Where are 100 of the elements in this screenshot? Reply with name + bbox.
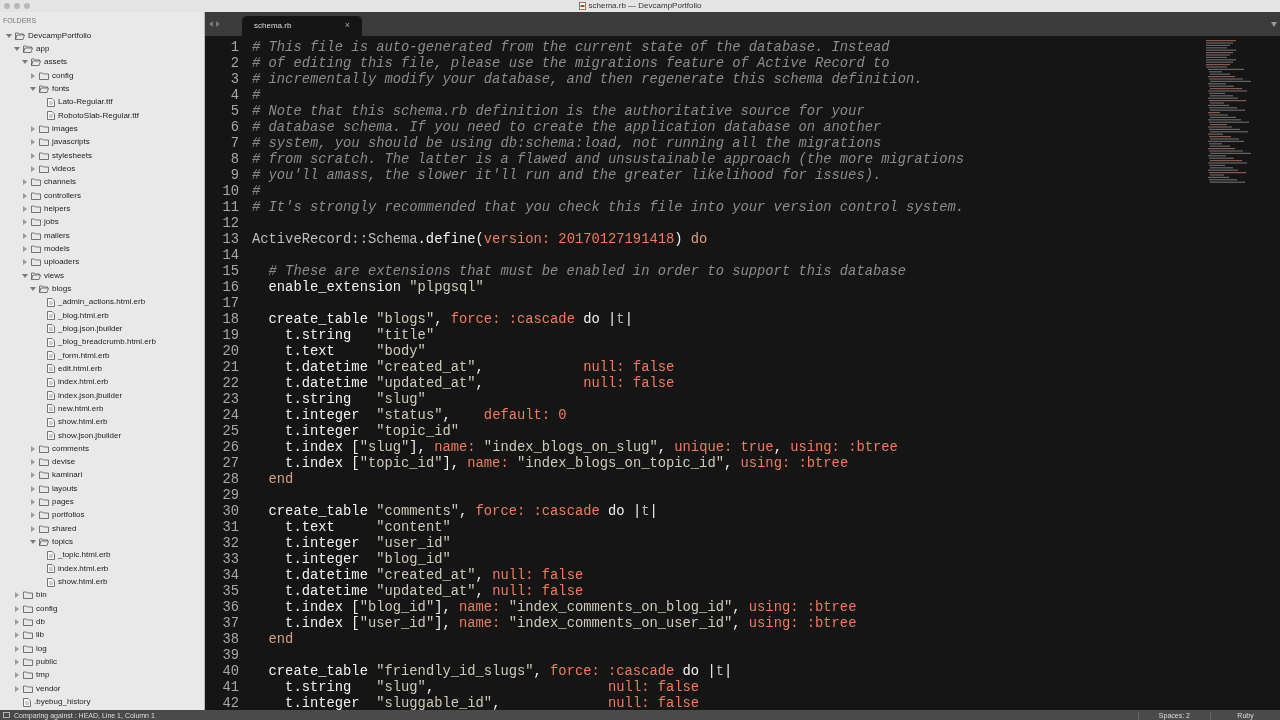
code-line: t.string "slug", null: false: [284, 680, 700, 696]
file-name[interactable]: show.html.erb: [58, 578, 108, 587]
code-line: t.datetime "updated_at", null: false: [284, 584, 584, 600]
folder-name[interactable]: assets: [44, 58, 68, 67]
folder-name[interactable]: stylesheets: [52, 151, 93, 160]
folder-name[interactable]: mailers: [44, 231, 70, 240]
expanded-triangle-icon[interactable]: [14, 46, 20, 52]
folder-name[interactable]: app: [36, 45, 50, 53]
line-number: 14: [221, 248, 239, 264]
dropdown-arrow-icon[interactable]: [1271, 22, 1277, 27]
folder-name[interactable]: videos: [52, 164, 76, 173]
code-line: # database schema. If you need to create the application database on another: [252, 120, 882, 136]
code-line: create_table "friendly_id_slugs", force: :cascade do |t|: [267, 664, 733, 680]
line-number: 3: [229, 72, 239, 88]
code-line: t.integer "status", default: 0: [284, 408, 567, 424]
folder-name[interactable]: vendor: [36, 684, 61, 693]
folder-name[interactable]: uploaders: [44, 258, 80, 267]
folder-name[interactable]: public: [36, 658, 57, 667]
line-number: 8: [229, 152, 239, 168]
back-arrow-icon[interactable]: [209, 21, 213, 27]
file-name[interactable]: index.html.erb: [58, 564, 109, 573]
code-line: t.index ["topic_id"], name: "index_blogs_on_topic_id", using: :btree: [284, 456, 849, 472]
expanded-triangle-icon[interactable]: [30, 539, 36, 546]
collapsed-triangle-icon[interactable]: [30, 72, 36, 79]
code-line: t.index ["user_id"], name: "index_comments_on_user_id", using: :btree: [284, 616, 857, 632]
line-number: 41: [221, 680, 239, 696]
file-name[interactable]: .byebug_history: [34, 698, 91, 707]
line-number: 6: [229, 120, 239, 136]
line-number: 30: [221, 504, 239, 520]
code-line: t.datetime "created_at", null: false: [284, 568, 584, 584]
folder-name[interactable]: tmp: [36, 671, 50, 680]
forward-arrow-icon[interactable]: [216, 21, 220, 27]
line-number: 17: [221, 296, 239, 312]
file-name[interactable]: _blog.json.jbuilder: [58, 324, 123, 333]
folder-name[interactable]: log: [36, 644, 47, 653]
line-number: 34: [221, 568, 239, 584]
code-line: t.integer "topic_id": [284, 424, 459, 440]
folder-name[interactable]: layouts: [52, 484, 78, 493]
folder-name[interactable]: fonts: [52, 84, 70, 93]
file-name[interactable]: _admin_actions.html.erb: [58, 298, 146, 307]
panel-icon[interactable]: [3, 712, 10, 718]
line-number: 35: [221, 584, 239, 600]
file-icon: [47, 417, 55, 427]
folder-name[interactable]: comments: [52, 444, 89, 453]
folder-name[interactable]: bin: [36, 591, 47, 600]
line-number: 11: [221, 200, 239, 216]
line-number: 32: [221, 536, 239, 552]
file-name[interactable]: show.html.erb: [58, 418, 108, 427]
line-number: 5: [229, 104, 239, 120]
folder-name[interactable]: kaminari: [52, 471, 83, 480]
folder-name[interactable]: db: [36, 618, 45, 627]
folder-name[interactable]: blogs: [52, 284, 72, 293]
line-number: 20: [221, 344, 239, 360]
folder-name[interactable]: views: [44, 271, 64, 280]
folder-name[interactable]: channels: [44, 178, 77, 187]
expanded-triangle-icon[interactable]: [30, 85, 36, 92]
file-name[interactable]: RobotoSlab-Regular.ttf: [58, 111, 139, 120]
line-number: 36: [221, 600, 239, 616]
line-number: 15: [221, 264, 239, 280]
file-name[interactable]: _blog_breadcrumb.html.erb: [58, 338, 156, 347]
file-name[interactable]: new.html.erb: [58, 404, 104, 413]
folder-name[interactable]: models: [44, 244, 70, 253]
line-number: 37: [221, 616, 239, 632]
code-line: t.index ["slug"], name: "index_blogs_on_slug", unique: true, using: :btree: [284, 440, 898, 456]
folder-name[interactable]: controllers: [44, 191, 81, 200]
ruby-file-icon: [578, 2, 586, 10]
file-name[interactable]: index.json.jbuilder: [58, 391, 123, 400]
file-name[interactable]: _form.html.erb: [58, 351, 110, 360]
folder-name[interactable]: shared: [52, 524, 77, 533]
line-number: 39: [221, 648, 239, 664]
file-name[interactable]: show.json.jbuilder: [58, 431, 122, 440]
line-number: 23: [221, 392, 239, 408]
code-line: t.datetime "created_at", null: false: [284, 360, 675, 376]
folder-name[interactable]: helpers: [44, 204, 71, 213]
file-name[interactable]: index.html.erb: [58, 378, 109, 387]
folder-name[interactable]: config: [52, 71, 74, 80]
folder-name[interactable]: config: [36, 604, 58, 613]
folder-name[interactable]: portfolios: [52, 511, 85, 520]
file-name[interactable]: _blog.html.erb: [58, 311, 109, 320]
folder-name[interactable]: pages: [52, 498, 74, 507]
file-name[interactable]: edit.html.erb: [58, 364, 103, 373]
close-button[interactable]: ×: [344, 19, 350, 33]
line-number: 13: [221, 232, 239, 248]
file-icon: [47, 564, 55, 574]
folder-name[interactable]: DevcampPortfolio: [28, 31, 92, 40]
folder-name[interactable]: jobs: [44, 218, 59, 227]
code-line: #: [252, 88, 261, 104]
folder-name[interactable]: devise: [52, 458, 76, 467]
folder-name[interactable]: topics: [52, 538, 73, 547]
file-name[interactable]: _topic.html.erb: [58, 551, 111, 560]
file-icon: [47, 351, 55, 361]
folder-name[interactable]: images: [52, 124, 78, 133]
folder-name[interactable]: lib: [36, 631, 44, 640]
file-name[interactable]: Lato-Regular.ttf: [58, 98, 113, 107]
file-tab[interactable]: schema.rb ×: [242, 16, 362, 36]
line-number: 28: [221, 472, 239, 488]
code-line: # These are extensions that must be enabled in order to support this database: [267, 264, 907, 280]
code-line: ActiveRecord::Schema.define(version: 20170127191418) do: [252, 232, 708, 248]
folder-name[interactable]: javascripts: [52, 138, 90, 147]
line-number: 2: [229, 56, 239, 72]
